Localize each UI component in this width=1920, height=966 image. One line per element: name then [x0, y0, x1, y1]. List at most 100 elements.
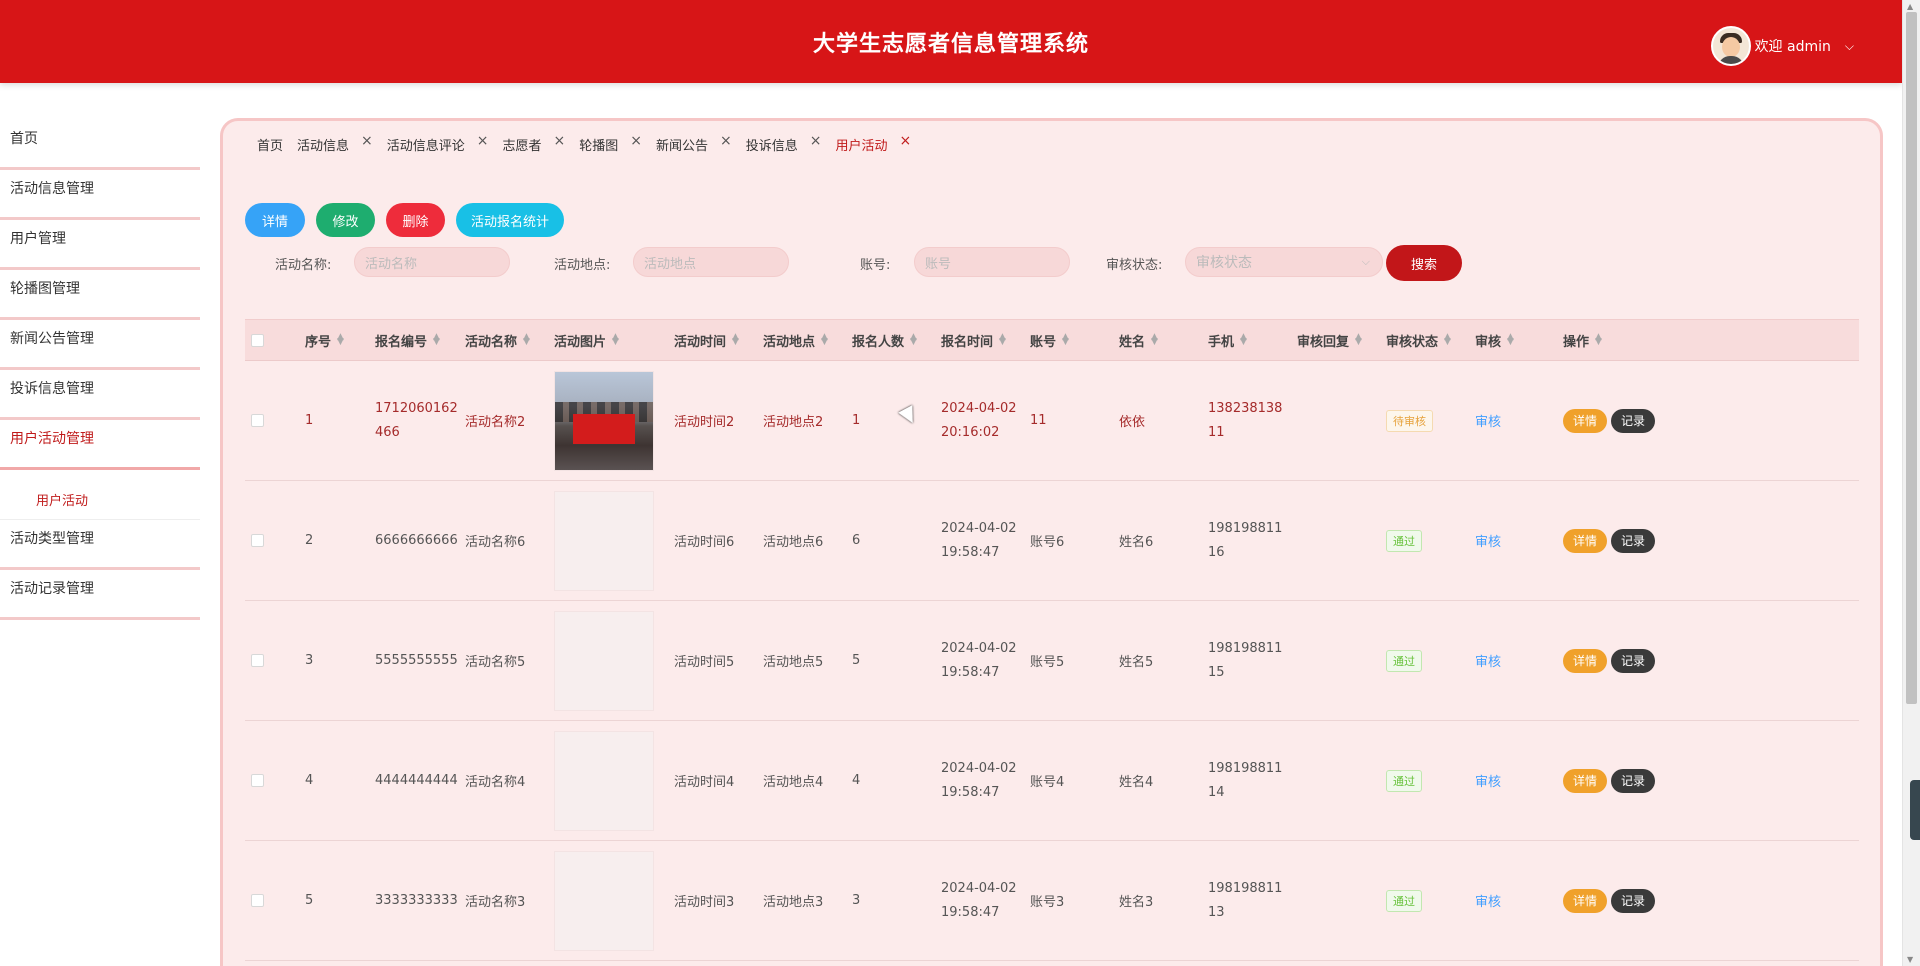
sidebar-item-activity-records[interactable]: 活动记录管理 [0, 570, 200, 620]
sort-icon: ▲ ▼ [1240, 332, 1247, 347]
review-status-select[interactable]: 审核状态 ⌵ [1185, 247, 1383, 277]
activity-image[interactable] [554, 490, 654, 591]
row-record-button[interactable]: 记录 [1611, 408, 1655, 433]
review-link[interactable]: 审核 [1475, 771, 1501, 790]
column-header[interactable]: 活动地点 ▲ ▼ [763, 320, 829, 360]
select-all-checkbox[interactable] [251, 333, 264, 347]
sidebar-item-complaints[interactable]: 投诉信息管理 [0, 370, 200, 420]
row-checkbox[interactable] [251, 414, 264, 427]
scrollbar-thumb[interactable] [1906, 12, 1917, 704]
column-header[interactable]: 账号 ▲ ▼ [1030, 320, 1070, 360]
sidebar-item-news[interactable]: 新闻公告管理 [0, 320, 200, 370]
tab-carousel[interactable]: 轮播图 × [579, 133, 642, 155]
row-detail-button[interactable]: 详情 [1563, 768, 1607, 793]
tab-complaints[interactable]: 投诉信息 × [746, 133, 822, 155]
column-header[interactable]: 报名编号 ▲ ▼ [375, 320, 441, 360]
column-header[interactable]: 报名人数 ▲ ▼ [852, 320, 918, 360]
sidebar-item-carousel[interactable]: 轮播图管理 [0, 270, 200, 320]
review-link[interactable]: 审核 [1475, 651, 1501, 670]
table-row[interactable]: 5 3333333333 活动名称3 活动时间3 活动地点3 3 2024-04… [245, 841, 1859, 961]
sort-icon: ▲ ▼ [1151, 332, 1158, 347]
close-icon[interactable]: × [900, 133, 912, 149]
column-header[interactable]: 审核回复 ▲ ▼ [1297, 320, 1363, 360]
search-button[interactable]: 搜索 [1386, 245, 1462, 281]
sidebar-subitem-user-activity[interactable]: 用户活动 [0, 470, 200, 520]
column-header[interactable]: 活动图片 ▲ ▼ [554, 320, 620, 360]
edit-button[interactable]: 修改 [316, 203, 375, 237]
activity-image[interactable] [554, 370, 654, 471]
table-row[interactable]: 2 6666666666 活动名称6 活动时间6 活动地点6 6 2024-04… [245, 481, 1859, 601]
tab-news[interactable]: 新闻公告 × [656, 133, 732, 155]
close-icon[interactable]: × [630, 133, 642, 149]
activity-image[interactable] [554, 610, 654, 711]
row-record-button[interactable]: 记录 [1611, 648, 1655, 673]
tab-bar: 首页 活动信息 × 活动信息评论 × 志愿者 × 轮播图 × 新闻公告 × 投诉信息 × 用… [257, 133, 925, 155]
row-detail-button[interactable]: 详情 [1563, 888, 1607, 913]
close-icon[interactable]: × [361, 133, 373, 149]
row-record-button[interactable]: 记录 [1611, 768, 1655, 793]
scroll-up-icon[interactable]: ▲ [1907, 2, 1913, 11]
tab-volunteers[interactable]: 志愿者 × [503, 133, 566, 155]
sidebar-menu: 首页 活动信息管理 用户管理 轮播图管理 新闻公告管理 投诉信息管理 用户活动管… [0, 120, 200, 620]
close-icon[interactable]: × [554, 133, 566, 149]
sidebar-item-activity-types[interactable]: 活动类型管理 [0, 520, 200, 570]
avatar[interactable] [1710, 26, 1751, 66]
row-record-button[interactable]: 记录 [1611, 888, 1655, 913]
column-header[interactable]: 手机 ▲ ▼ [1208, 320, 1248, 360]
account-input[interactable]: 账号 [914, 247, 1070, 277]
column-header[interactable]: 报名时间 ▲ ▼ [941, 320, 1007, 360]
table-row[interactable]: 1 1712060162466 活动名称2 活动时间2 活动地点2 1 2024… [245, 361, 1859, 481]
close-icon[interactable]: × [477, 133, 489, 149]
sort-icon: ▲ ▼ [523, 332, 530, 347]
sidebar-item-activity-info[interactable]: 活动信息管理 [0, 170, 200, 220]
activity-place-input[interactable]: 活动地点 [633, 247, 789, 277]
row-detail-button[interactable]: 详情 [1563, 648, 1607, 673]
column-header[interactable]: 审核 ▲ ▼ [1475, 320, 1515, 360]
row-record-button[interactable]: 记录 [1611, 528, 1655, 553]
tab-activity-comments[interactable]: 活动信息评论 × [387, 133, 489, 155]
tab-user-activity[interactable]: 用户活动 × [836, 133, 912, 155]
activity-place-label: 活动地点: [554, 258, 611, 273]
column-header[interactable]: 序号 ▲ ▼ [305, 320, 345, 360]
sort-icon: ▲ ▼ [433, 332, 440, 347]
sidebar-item-home[interactable]: 首页 [0, 120, 200, 170]
table-row[interactable]: 3 5555555555 活动名称5 活动时间5 活动地点5 5 2024-04… [245, 601, 1859, 721]
sidebar-item-user-activity[interactable]: 用户活动管理 [0, 420, 200, 470]
row-detail-button[interactable]: 详情 [1563, 408, 1607, 433]
column-header[interactable]: 操作 ▲ ▼ [1563, 320, 1603, 360]
table-row[interactable]: 4 4444444444 活动名称4 活动时间4 活动地点4 4 2024-04… [245, 721, 1859, 841]
activity-image[interactable] [554, 730, 654, 831]
detail-button[interactable]: 详情 [245, 203, 305, 237]
signup-stats-button[interactable]: 活动报名统计 [456, 203, 564, 237]
content-panel: 首页 活动信息 × 活动信息评论 × 志愿者 × 轮播图 × 新闻公告 × 投诉信息 × 用… [220, 118, 1883, 966]
activity-name-input[interactable]: 活动名称 [354, 247, 510, 277]
chevron-down-icon[interactable]: ⌵ [1845, 39, 1854, 54]
row-checkbox[interactable] [251, 774, 264, 787]
delete-button[interactable]: 删除 [386, 203, 445, 237]
user-menu[interactable]: 欢迎 admin ⌵ [1710, 26, 1854, 66]
floating-widget[interactable] [1910, 780, 1920, 840]
close-icon[interactable]: × [720, 133, 732, 149]
column-header[interactable]: 审核状态 ▲ ▼ [1386, 320, 1452, 360]
tab-home[interactable]: 首页 [257, 135, 283, 154]
activity-image[interactable] [554, 850, 654, 951]
close-icon[interactable]: × [810, 133, 822, 149]
sort-icon: ▲ ▼ [999, 332, 1006, 347]
tab-activity-info[interactable]: 活动信息 × [297, 133, 373, 155]
column-header[interactable]: 活动时间 ▲ ▼ [674, 320, 740, 360]
status-badge: 通过 [1386, 529, 1422, 552]
status-badge: 通过 [1386, 649, 1422, 672]
review-link[interactable]: 审核 [1475, 891, 1501, 910]
review-status-label: 审核状态: [1106, 258, 1163, 273]
row-checkbox[interactable] [251, 534, 264, 547]
review-link[interactable]: 审核 [1475, 531, 1501, 550]
review-link[interactable]: 审核 [1475, 411, 1501, 430]
column-header[interactable]: 活动名称 ▲ ▼ [465, 320, 531, 360]
scroll-down-icon[interactable]: ▼ [1907, 955, 1913, 964]
account-label: 账号: [860, 258, 891, 273]
row-checkbox[interactable] [251, 894, 264, 907]
column-header[interactable]: 姓名 ▲ ▼ [1119, 320, 1159, 360]
row-detail-button[interactable]: 详情 [1563, 528, 1607, 553]
sidebar-item-users[interactable]: 用户管理 [0, 220, 200, 270]
row-checkbox[interactable] [251, 654, 264, 667]
